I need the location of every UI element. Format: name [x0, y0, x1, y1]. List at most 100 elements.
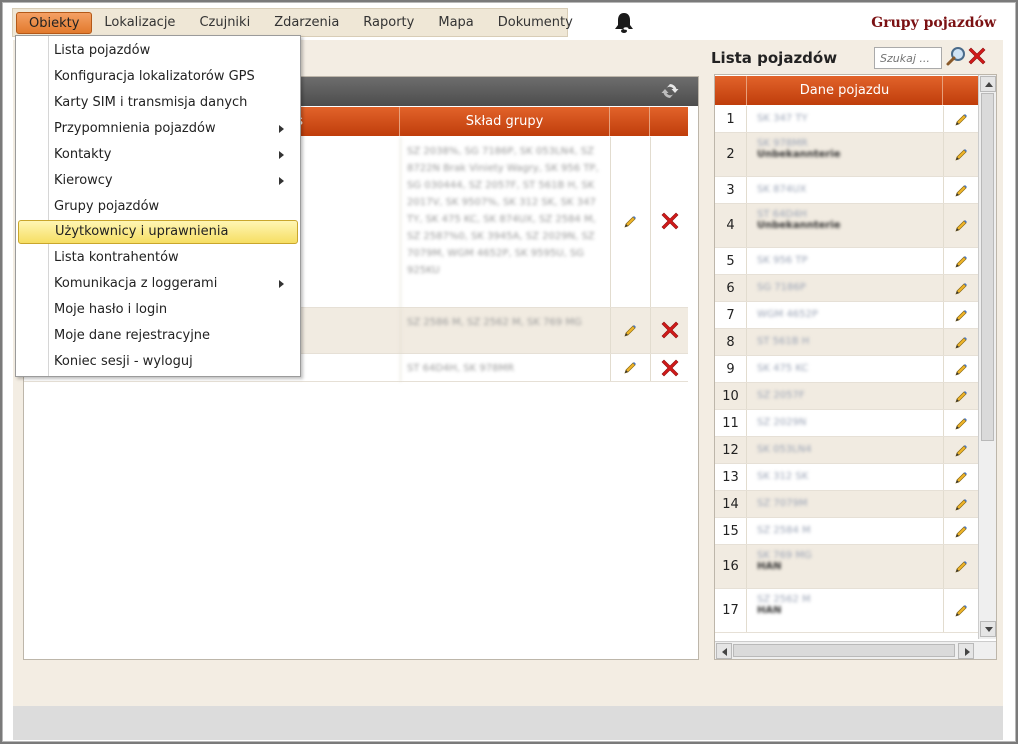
dropdown-item[interactable]: Kontakty	[18, 143, 298, 167]
vehicle-plate: SK 347 TY	[757, 113, 808, 124]
pencil-icon[interactable]	[954, 363, 968, 377]
clear-search-icon[interactable]	[966, 45, 988, 67]
delete-cell	[650, 354, 688, 381]
submenu-arrow-icon	[279, 151, 284, 159]
vehicle-data-cell: SK 053LN4	[747, 444, 943, 455]
vehicle-plate: SK 475 KC	[757, 363, 809, 374]
table-row[interactable]: 3 SK 874UX	[715, 177, 978, 204]
pencil-icon[interactable]	[954, 525, 968, 539]
pencil-icon[interactable]	[954, 498, 968, 512]
vehicle-data-cell: SK 956 TP	[747, 255, 943, 266]
menu-dokumenty[interactable]: Dokumenty	[486, 12, 585, 34]
vehicle-table-header: Dane pojazdu	[715, 76, 978, 105]
pencil-icon[interactable]	[623, 324, 637, 338]
menu-lokalizacje[interactable]: Lokalizacje	[92, 12, 187, 34]
delete-icon[interactable]	[659, 357, 681, 379]
table-row[interactable]: 6 SG 7186P	[715, 275, 978, 302]
horizontal-scrollbar[interactable]	[715, 641, 996, 659]
scroll-up-button[interactable]	[980, 76, 996, 92]
horizontal-scroll-thumb[interactable]	[733, 644, 955, 657]
row-number: 16	[722, 559, 739, 574]
pencil-icon[interactable]	[954, 336, 968, 350]
table-row[interactable]: 11 SZ 2029N	[715, 410, 978, 437]
table-row[interactable]: 7 WGM 4652P	[715, 302, 978, 329]
column-header-number	[715, 76, 747, 105]
table-row[interactable]: 17 SZ 2562 M HAN	[715, 589, 978, 633]
table-row[interactable]: 16 SK 769 MG HAN	[715, 545, 978, 589]
vehicle-subtitle: Unbekannterie	[757, 220, 841, 231]
dropdown-item-label: Konfiguracja lokalizatorów GPS	[54, 69, 255, 84]
dropdown-item[interactable]: Konfiguracja lokalizatorów GPS	[18, 65, 298, 89]
pencil-icon[interactable]	[954, 417, 968, 431]
pencil-icon[interactable]	[954, 148, 968, 162]
table-row[interactable]: 5 SK 956 TP	[715, 248, 978, 275]
row-number: 9	[726, 361, 735, 377]
menu-czujniki[interactable]: Czujniki	[187, 12, 262, 34]
dropdown-item[interactable]: Karty SIM i transmisja danych	[18, 91, 298, 115]
vehicle-plate: SZ 2057F	[757, 390, 805, 401]
search-icon[interactable]	[945, 46, 967, 68]
table-row[interactable]: 14 SZ 7079M	[715, 491, 978, 518]
pencil-icon[interactable]	[954, 309, 968, 323]
menu-raporty[interactable]: Raporty	[351, 12, 426, 34]
vehicle-plate: SK 769 MG	[757, 550, 812, 561]
pencil-icon[interactable]	[954, 390, 968, 404]
delete-icon[interactable]	[659, 210, 681, 232]
table-row[interactable]: 15 SZ 2584 M	[715, 518, 978, 545]
dropdown-item[interactable]: Moje dane rejestracyjne	[18, 324, 298, 348]
table-row[interactable]: 2 SK 978MR Unbekannterie	[715, 133, 978, 177]
refresh-icon[interactable]	[660, 81, 680, 101]
table-row[interactable]: 10 SZ 2057F	[715, 383, 978, 410]
dropdown-item[interactable]: Przypomnienia pojazdów	[18, 117, 298, 141]
vehicle-data-cell: SG 7186P	[747, 282, 943, 293]
bell-icon[interactable]	[612, 11, 636, 35]
menu-obiekty[interactable]: Obiekty	[16, 11, 93, 34]
dropdown-item-label: Przypomnienia pojazdów	[54, 121, 216, 136]
pencil-icon[interactable]	[954, 255, 968, 269]
table-row[interactable]: 4 ST 64D4H Unbekannterie	[715, 204, 978, 248]
row-number: 11	[722, 415, 739, 431]
table-row[interactable]: 12 SK 053LN4	[715, 437, 978, 464]
table-row[interactable]: 13 SK 312 SK	[715, 464, 978, 491]
dropdown-item[interactable]: Kierowcy	[18, 169, 298, 193]
scroll-left-button[interactable]	[716, 643, 732, 659]
vehicle-plate: ST 64D4H	[757, 209, 807, 220]
pencil-icon[interactable]	[954, 282, 968, 296]
dropdown-item[interactable]: Lista kontrahentów	[18, 246, 298, 270]
dropdown-item[interactable]: Grupy pojazdów	[18, 195, 298, 219]
scroll-down-button[interactable]	[980, 621, 996, 637]
menu-zdarzenia[interactable]: Zdarzenia	[262, 12, 351, 34]
vertical-scrollbar[interactable]	[978, 75, 996, 639]
scroll-right-button[interactable]	[958, 643, 974, 659]
pencil-icon[interactable]	[954, 604, 968, 618]
table-row[interactable]: 8 ST 561B H	[715, 329, 978, 356]
pencil-icon[interactable]	[954, 184, 968, 198]
edit-cell	[610, 354, 650, 381]
dropdown-item[interactable]: Użytkownicy i uprawnienia	[18, 220, 298, 244]
row-number: 7	[726, 307, 735, 323]
dropdown-item[interactable]: Komunikacja z loggerami	[18, 272, 298, 296]
pencil-icon[interactable]	[954, 471, 968, 485]
vehicle-search-input[interactable]	[874, 47, 942, 69]
dropdown-item[interactable]: Moje hasło i login	[18, 298, 298, 322]
menu-mapa[interactable]: Mapa	[426, 12, 485, 34]
table-row[interactable]: 9 SK 475 KC	[715, 356, 978, 383]
vehicle-data-cell: SK 769 MG HAN	[747, 550, 943, 572]
vehicle-plate: WGM 4652P	[757, 309, 818, 320]
pencil-icon[interactable]	[954, 219, 968, 233]
pencil-icon[interactable]	[954, 113, 968, 127]
pencil-icon[interactable]	[623, 215, 637, 229]
dropdown-item-label: Koniec sesji - wyloguj	[54, 354, 193, 369]
pencil-icon[interactable]	[954, 560, 968, 574]
row-number: 8	[726, 334, 735, 350]
vertical-scroll-thumb[interactable]	[981, 93, 994, 441]
vehicle-plate: SK 956 TP	[757, 255, 808, 266]
dropdown-item[interactable]: Lista pojazdów	[18, 39, 298, 63]
table-row[interactable]: 1 SK 347 TY	[715, 106, 978, 133]
delete-icon[interactable]	[659, 319, 681, 341]
pencil-icon[interactable]	[623, 361, 637, 375]
pencil-icon[interactable]	[954, 444, 968, 458]
dropdown-item[interactable]: Koniec sesji - wyloguj	[18, 350, 298, 374]
page-title: Grupy pojazdów	[871, 15, 996, 31]
dropdown-item-label: Lista kontrahentów	[54, 250, 179, 265]
